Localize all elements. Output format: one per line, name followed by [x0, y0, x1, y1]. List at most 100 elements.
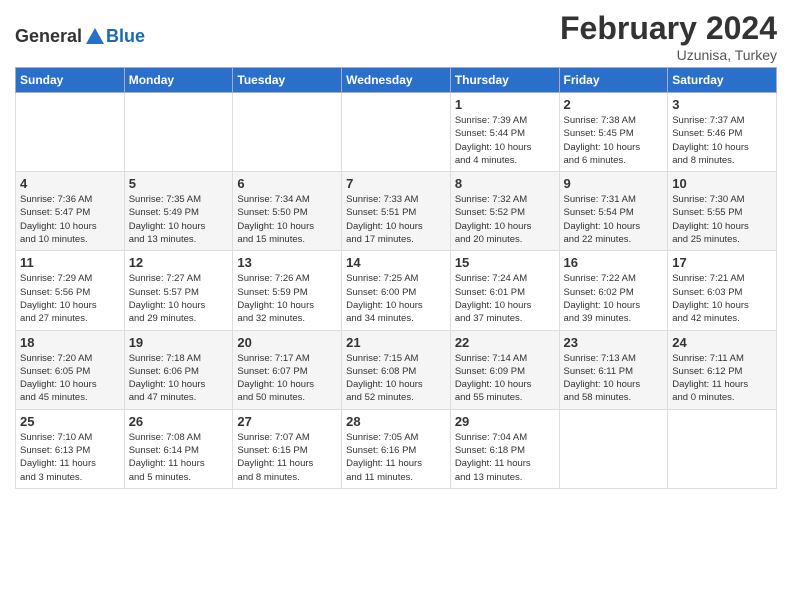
day-info: Sunrise: 7:10 AM Sunset: 6:13 PM Dayligh…	[20, 431, 120, 484]
calendar-cell: 4 Sunrise: 7:36 AM Sunset: 5:47 PM Daylig…	[16, 172, 125, 251]
day-number: 19	[129, 335, 229, 350]
day-number: 2	[564, 97, 664, 112]
day-header-saturday: Saturday	[668, 68, 777, 93]
day-info: Sunrise: 7:32 AM Sunset: 5:52 PM Dayligh…	[455, 193, 555, 246]
day-info: Sunrise: 7:05 AM Sunset: 6:16 PM Dayligh…	[346, 431, 446, 484]
day-number: 15	[455, 255, 555, 270]
day-header-wednesday: Wednesday	[342, 68, 451, 93]
calendar-cell: 10 Sunrise: 7:30 AM Sunset: 5:55 PM Dayli…	[668, 172, 777, 251]
day-info: Sunrise: 7:34 AM Sunset: 5:50 PM Dayligh…	[237, 193, 337, 246]
day-number: 24	[672, 335, 772, 350]
calendar-cell: 9 Sunrise: 7:31 AM Sunset: 5:54 PM Daylig…	[559, 172, 668, 251]
day-info: Sunrise: 7:17 AM Sunset: 6:07 PM Dayligh…	[237, 352, 337, 405]
calendar-cell	[124, 93, 233, 172]
day-info: Sunrise: 7:08 AM Sunset: 6:14 PM Dayligh…	[129, 431, 229, 484]
calendar-cell: 12 Sunrise: 7:27 AM Sunset: 5:57 PM Dayli…	[124, 251, 233, 330]
calendar-cell	[342, 93, 451, 172]
calendar-table: SundayMondayTuesdayWednesdayThursdayFrid…	[15, 67, 777, 489]
day-info: Sunrise: 7:24 AM Sunset: 6:01 PM Dayligh…	[455, 272, 555, 325]
day-number: 23	[564, 335, 664, 350]
calendar-week-4: 18 Sunrise: 7:20 AM Sunset: 6:05 PM Dayli…	[16, 330, 777, 409]
day-info: Sunrise: 7:25 AM Sunset: 6:00 PM Dayligh…	[346, 272, 446, 325]
day-info: Sunrise: 7:26 AM Sunset: 5:59 PM Dayligh…	[237, 272, 337, 325]
logo-general: General	[15, 26, 82, 47]
day-info: Sunrise: 7:38 AM Sunset: 5:45 PM Dayligh…	[564, 114, 664, 167]
calendar-cell: 3Sunrise: 7:37 AM Sunset: 5:46 PM Daylig…	[668, 93, 777, 172]
day-number: 10	[672, 176, 772, 191]
calendar-week-3: 11 Sunrise: 7:29 AM Sunset: 5:56 PM Dayli…	[16, 251, 777, 330]
day-number: 12	[129, 255, 229, 270]
day-info: Sunrise: 7:22 AM Sunset: 6:02 PM Dayligh…	[564, 272, 664, 325]
day-info: Sunrise: 7:15 AM Sunset: 6:08 PM Dayligh…	[346, 352, 446, 405]
day-info: Sunrise: 7:07 AM Sunset: 6:15 PM Dayligh…	[237, 431, 337, 484]
calendar-week-5: 25 Sunrise: 7:10 AM Sunset: 6:13 PM Dayli…	[16, 409, 777, 488]
day-number: 16	[564, 255, 664, 270]
day-info: Sunrise: 7:30 AM Sunset: 5:55 PM Dayligh…	[672, 193, 772, 246]
calendar-cell: 5 Sunrise: 7:35 AM Sunset: 5:49 PM Daylig…	[124, 172, 233, 251]
month-title: February 2024	[560, 10, 777, 47]
location-subtitle: Uzunisa, Turkey	[560, 47, 777, 63]
days-header-row: SundayMondayTuesdayWednesdayThursdayFrid…	[16, 68, 777, 93]
calendar-cell	[559, 409, 668, 488]
day-number: 29	[455, 414, 555, 429]
calendar-cell: 21 Sunrise: 7:15 AM Sunset: 6:08 PM Dayli…	[342, 330, 451, 409]
day-number: 11	[20, 255, 120, 270]
day-number: 5	[129, 176, 229, 191]
calendar-cell: 20 Sunrise: 7:17 AM Sunset: 6:07 PM Dayli…	[233, 330, 342, 409]
day-number: 20	[237, 335, 337, 350]
day-number: 27	[237, 414, 337, 429]
calendar-cell: 17 Sunrise: 7:21 AM Sunset: 6:03 PM Dayli…	[668, 251, 777, 330]
title-block: February 2024 Uzunisa, Turkey	[560, 10, 777, 63]
calendar-cell: 6 Sunrise: 7:34 AM Sunset: 5:50 PM Daylig…	[233, 172, 342, 251]
day-number: 7	[346, 176, 446, 191]
calendar-cell: 13 Sunrise: 7:26 AM Sunset: 5:59 PM Dayli…	[233, 251, 342, 330]
day-info: Sunrise: 7:36 AM Sunset: 5:47 PM Dayligh…	[20, 193, 120, 246]
calendar-cell: 15 Sunrise: 7:24 AM Sunset: 6:01 PM Dayli…	[450, 251, 559, 330]
calendar-cell: 27 Sunrise: 7:07 AM Sunset: 6:15 PM Dayli…	[233, 409, 342, 488]
calendar-cell	[233, 93, 342, 172]
calendar-cell: 24 Sunrise: 7:11 AM Sunset: 6:12 PM Dayli…	[668, 330, 777, 409]
calendar-cell	[668, 409, 777, 488]
day-number: 8	[455, 176, 555, 191]
day-info: Sunrise: 7:33 AM Sunset: 5:51 PM Dayligh…	[346, 193, 446, 246]
calendar-cell: 26Sunrise: 7:08 AM Sunset: 6:14 PM Dayli…	[124, 409, 233, 488]
day-header-sunday: Sunday	[16, 68, 125, 93]
day-number: 21	[346, 335, 446, 350]
calendar-cell: 14Sunrise: 7:25 AM Sunset: 6:00 PM Dayli…	[342, 251, 451, 330]
day-number: 6	[237, 176, 337, 191]
day-info: Sunrise: 7:29 AM Sunset: 5:56 PM Dayligh…	[20, 272, 120, 325]
day-info: Sunrise: 7:27 AM Sunset: 5:57 PM Dayligh…	[129, 272, 229, 325]
day-number: 13	[237, 255, 337, 270]
calendar-cell: 2 Sunrise: 7:38 AM Sunset: 5:45 PM Daylig…	[559, 93, 668, 172]
day-info: Sunrise: 7:04 AM Sunset: 6:18 PM Dayligh…	[455, 431, 555, 484]
day-number: 18	[20, 335, 120, 350]
day-header-friday: Friday	[559, 68, 668, 93]
day-number: 22	[455, 335, 555, 350]
logo-blue: Blue	[106, 26, 145, 47]
day-info: Sunrise: 7:35 AM Sunset: 5:49 PM Dayligh…	[129, 193, 229, 246]
day-number: 4	[20, 176, 120, 191]
calendar-cell: 25 Sunrise: 7:10 AM Sunset: 6:13 PM Dayli…	[16, 409, 125, 488]
calendar-cell	[16, 93, 125, 172]
calendar-cell: 23Sunrise: 7:13 AM Sunset: 6:11 PM Dayli…	[559, 330, 668, 409]
day-header-thursday: Thursday	[450, 68, 559, 93]
calendar-cell: 28Sunrise: 7:05 AM Sunset: 6:16 PM Dayli…	[342, 409, 451, 488]
day-number: 25	[20, 414, 120, 429]
day-number: 1	[455, 97, 555, 112]
header: General Blue February 2024 Uzunisa, Turk…	[15, 10, 777, 63]
day-header-monday: Monday	[124, 68, 233, 93]
day-header-tuesday: Tuesday	[233, 68, 342, 93]
day-info: Sunrise: 7:11 AM Sunset: 6:12 PM Dayligh…	[672, 352, 772, 405]
logo: General Blue	[15, 26, 145, 48]
calendar-cell: 19Sunrise: 7:18 AM Sunset: 6:06 PM Dayli…	[124, 330, 233, 409]
day-info: Sunrise: 7:21 AM Sunset: 6:03 PM Dayligh…	[672, 272, 772, 325]
day-info: Sunrise: 7:31 AM Sunset: 5:54 PM Dayligh…	[564, 193, 664, 246]
day-info: Sunrise: 7:37 AM Sunset: 5:46 PM Dayligh…	[672, 114, 772, 167]
day-info: Sunrise: 7:20 AM Sunset: 6:05 PM Dayligh…	[20, 352, 120, 405]
calendar-container: General Blue February 2024 Uzunisa, Turk…	[0, 0, 792, 499]
day-number: 9	[564, 176, 664, 191]
calendar-cell: 8 Sunrise: 7:32 AM Sunset: 5:52 PM Daylig…	[450, 172, 559, 251]
day-number: 17	[672, 255, 772, 270]
logo-icon	[84, 26, 106, 48]
day-info: Sunrise: 7:14 AM Sunset: 6:09 PM Dayligh…	[455, 352, 555, 405]
